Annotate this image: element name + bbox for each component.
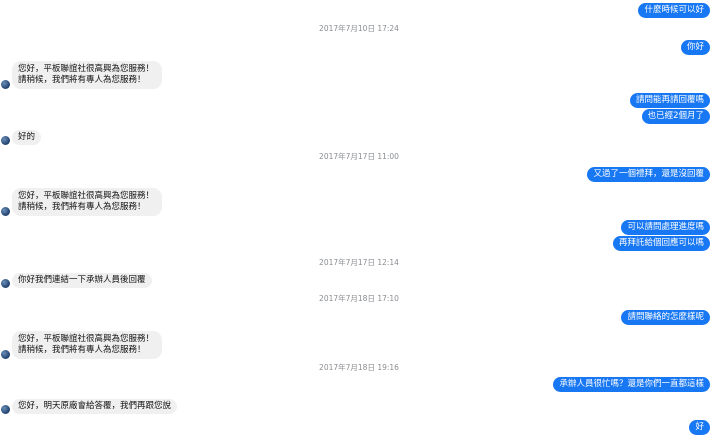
message-text: 您好，平板聯誼社很高興為您服務！ — [18, 334, 155, 344]
message-text: 你好我們連結一下承辦人員後回覆 — [18, 275, 146, 285]
message-text: 又過了一個禮拜，還是沒回覆 — [593, 169, 704, 179]
outgoing-message[interactable]: 承辦人員很忙嗎？還是你們一直都這樣 — [553, 377, 710, 392]
message-text: 請稍候，我們將有專人為您服務！ — [18, 75, 146, 85]
timestamp-divider: 2017年7月18日 19:16 — [319, 363, 399, 372]
message-text: 可以請問處理進度嗎 — [627, 222, 704, 232]
timestamp-divider: 2017年7月18日 17:10 — [319, 294, 399, 303]
page-logo-icon — [1, 279, 10, 288]
page-logo-icon — [1, 350, 10, 359]
incoming-message[interactable]: 您好，平板聯誼社很高興為您服務！ 請稍候，我們將有專人為您服務！ — [12, 331, 163, 359]
message-text: 也已經2個月了 — [647, 111, 704, 121]
outgoing-message[interactable]: 可以請問處理進度嗎 — [621, 220, 710, 235]
chat-thread: 什麼時候可以好 2017年7月10日 17:24 你好您好，平板聯誼社很高興為您服務… — [0, 0, 720, 443]
message-text: 請問聯絡的怎麼樣呢 — [627, 312, 704, 322]
message-text: 你好 — [686, 42, 704, 52]
outgoing-message[interactable]: 請問聯絡的怎麼樣呢 — [621, 310, 710, 325]
page-logo-icon — [1, 207, 10, 216]
message-text: 您好，平板聯誼社很高興為您服務！ — [18, 191, 155, 201]
timestamp-divider: 2017年7月17日 12:14 — [319, 258, 399, 267]
outgoing-message[interactable]: 什麼時候可以好 — [638, 3, 710, 18]
message-text: 請稍候，我們將有專人為您服務！ — [18, 345, 146, 355]
outgoing-message[interactable]: 好 — [689, 420, 710, 435]
outgoing-message[interactable]: 你好 — [680, 40, 710, 55]
message-text: 好的 — [18, 132, 36, 142]
page-logo-icon — [1, 136, 10, 145]
incoming-message[interactable]: 您好，平板聯誼社很高興為您服務！ 請稍候，我們將有專人為您服務！ — [12, 61, 163, 89]
message-text: 承辦人員很忙嗎？還是你們一直都這樣 — [559, 379, 704, 389]
incoming-message[interactable]: 您好，平板聯誼社很高興為您服務！ 請稍候，我們將有專人為您服務！ — [12, 188, 163, 216]
incoming-message[interactable]: 您好，明天原廠會給答覆，我們再跟您說 — [12, 399, 178, 414]
incoming-message[interactable]: 好的 — [12, 130, 42, 145]
message-text: 您好，明天原廠會給答覆，我們再跟您說 — [18, 401, 172, 411]
message-text: 再拜託給個回應可以嗎 — [618, 238, 704, 248]
outgoing-message[interactable]: 又過了一個禮拜，還是沒回覆 — [587, 167, 710, 182]
timestamp-divider: 2017年7月10日 17:24 — [319, 24, 399, 33]
message-text: 請稍候，我們將有專人為您服務！ — [18, 202, 146, 212]
outgoing-message[interactable]: 也已經2個月了 — [641, 109, 710, 124]
message-text: 您好，平板聯誼社很高興為您服務！ — [18, 64, 155, 74]
incoming-message[interactable]: 你好我們連結一下承辦人員後回覆 — [12, 273, 152, 288]
message-text: 什麼時候可以好 — [644, 5, 704, 15]
message-text: 請問能再請回覆嗎 — [635, 95, 704, 105]
message-text: 好 — [695, 422, 704, 432]
page-logo-icon — [1, 80, 10, 89]
outgoing-message[interactable]: 請問能再請回覆嗎 — [629, 93, 710, 108]
page-logo-icon — [1, 405, 10, 414]
timestamp-divider: 2017年7月17日 11:00 — [319, 152, 399, 161]
outgoing-message[interactable]: 再拜託給個回應可以嗎 — [612, 236, 710, 251]
